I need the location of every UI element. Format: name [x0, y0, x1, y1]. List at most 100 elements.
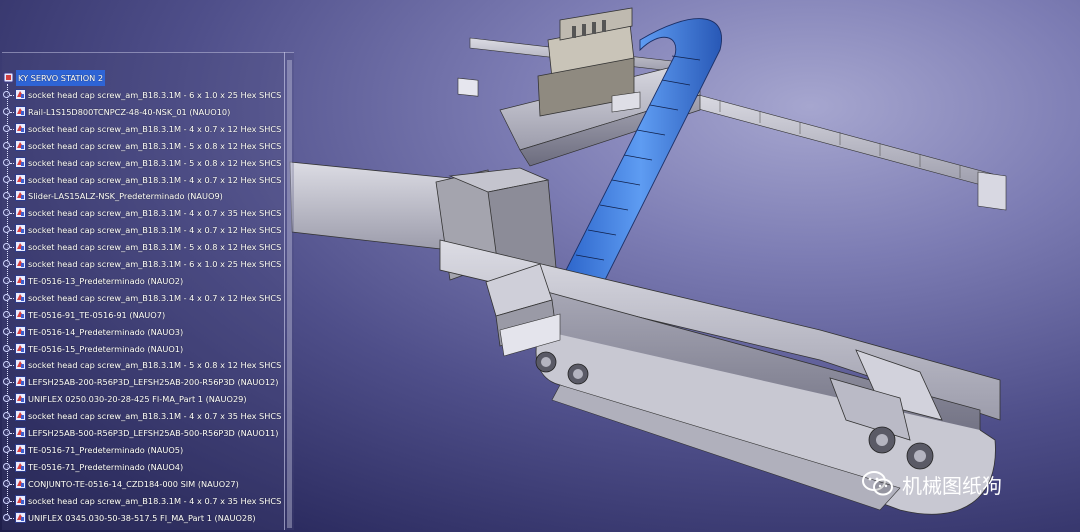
- part-icon: [15, 190, 26, 202]
- part-icon: [15, 105, 26, 117]
- expand-toggle-icon[interactable]: [3, 361, 10, 369]
- tree-node-label: socket head cap screw_am_B18.3.1M - 5 x …: [28, 140, 284, 151]
- part-icon: [15, 173, 26, 185]
- tree-node-label: socket head cap screw_am_B18.3.1M - 6 x …: [28, 259, 284, 269]
- tree-node-label: socket head cap screw_am_B18.3.1M - 5 x …: [28, 157, 284, 168]
- part-icon: [15, 359, 26, 371]
- tree-node-label: socket head cap screw_am_B18.3.1M - 4 x …: [28, 495, 284, 506]
- part-icon: [15, 308, 26, 320]
- expand-toggle-icon[interactable]: [3, 412, 10, 420]
- tree-node[interactable]: LEFSH25AB-200-R56P3D_LEFSH25AB-200-R56P3…: [0, 374, 284, 390]
- tree-node[interactable]: socket head cap screw_am_B18.3.1M - 4 x …: [0, 408, 284, 424]
- expand-toggle-icon[interactable]: [3, 513, 10, 521]
- part-icon: [15, 224, 26, 236]
- part-icon: [15, 122, 26, 134]
- expand-toggle-icon[interactable]: [3, 158, 10, 166]
- expand-toggle-icon[interactable]: [3, 344, 10, 352]
- part-icon: [15, 494, 26, 506]
- part-icon: [15, 139, 26, 151]
- tree-node-label: TE-0516-13_Predeterminado (NAUO2): [28, 275, 184, 286]
- tree-node[interactable]: UNIFLEX 0345.030-50-38-517.5 FI_MA_Part …: [0, 510, 284, 526]
- watermark-text: 机械图纸狗: [902, 473, 1002, 498]
- tree-node[interactable]: TE-0516-71_Predeterminado (NAUO4): [0, 459, 284, 475]
- part-icon: [15, 325, 26, 337]
- part-icon: [15, 460, 26, 472]
- tree-node-label: socket head cap screw_am_B18.3.1M - 4 x …: [28, 225, 284, 236]
- tree-node[interactable]: CONJUNTO-TE-0516-14_CZD184-000 SIM (NAUO…: [0, 476, 284, 492]
- tree-node[interactable]: socket head cap screw_am_B18.3.1M - 5 x …: [0, 239, 284, 255]
- expand-toggle-icon[interactable]: [3, 429, 10, 436]
- tree-node[interactable]: socket head cap screw_am_B18.3.1M - 4 x …: [0, 205, 284, 221]
- expand-toggle-icon[interactable]: [3, 395, 10, 403]
- tree-node-label: socket head cap screw_am_B18.3.1M - 6 x …: [28, 90, 284, 100]
- tree-node-label: CONJUNTO-TE-0516-14_CZD184-000 SIM (NAUO…: [28, 478, 239, 489]
- tree-node-label: Slider-LAS15ALZ-NSK_Predeterminado (NAUO…: [28, 191, 223, 202]
- expand-toggle-icon[interactable]: [3, 496, 10, 504]
- expand-toggle-icon[interactable]: [3, 141, 10, 149]
- expand-toggle-icon[interactable]: [3, 445, 10, 453]
- watermark: 机械图纸狗: [862, 466, 1002, 502]
- tree-node[interactable]: socket head cap screw_am_B18.3.1M - 4 x …: [0, 172, 284, 188]
- part-icon: [15, 156, 26, 168]
- top-carriage: [537, 7, 641, 117]
- tree-node-label: Rail-L1S15D800TCNPCZ-48-40-NSK_01 (NAUO1…: [28, 106, 231, 117]
- tree-node-label: socket head cap screw_am_B18.3.1M - 5 x …: [28, 360, 284, 371]
- tree-node-label: TE-0516-15_Predeterminado (NAUO1): [28, 343, 184, 354]
- expand-toggle-icon[interactable]: [3, 209, 10, 217]
- tree-node[interactable]: Rail-L1S15D800TCNPCZ-48-40-NSK_01 (NAUO1…: [0, 104, 284, 120]
- part-icon: [15, 393, 26, 405]
- expand-toggle-icon[interactable]: [3, 175, 10, 183]
- tree-node[interactable]: LEFSH25AB-500-R56P3D_LEFSH25AB-500-R56P3…: [0, 425, 284, 441]
- tree-node-label: socket head cap screw_am_B18.3.1M - 4 x …: [28, 411, 284, 422]
- expand-toggle-icon[interactable]: [3, 462, 10, 470]
- assembly-icon: [3, 72, 14, 83]
- tree-node-label: UNIFLEX 0345.030-50-38-517.5 FI_MA_Part …: [28, 512, 256, 523]
- tree-root-node[interactable]: KY SERVO STATION 2: [0, 70, 284, 86]
- tree-scrollbar[interactable]: [287, 60, 292, 528]
- tree-node-label: socket head cap screw_am_B18.3.1M - 4 x …: [28, 123, 284, 134]
- expand-toggle-icon[interactable]: [3, 243, 10, 251]
- expand-toggle-icon[interactable]: [3, 260, 10, 267]
- tree-node[interactable]: socket head cap screw_am_B18.3.1M - 5 x …: [0, 155, 284, 171]
- tree-node[interactable]: TE-0516-15_Predeterminado (NAUO1): [0, 341, 284, 357]
- expand-toggle-icon[interactable]: [3, 310, 10, 318]
- tree-node[interactable]: socket head cap screw_am_B18.3.1M - 4 x …: [0, 121, 284, 137]
- part-icon: [15, 342, 26, 354]
- tree-node[interactable]: socket head cap screw_am_B18.3.1M - 4 x …: [0, 222, 284, 238]
- tree-node-label: socket head cap screw_am_B18.3.1M - 4 x …: [28, 174, 284, 185]
- part-icon: [15, 207, 26, 219]
- expand-toggle-icon[interactable]: [3, 327, 10, 335]
- tree-node[interactable]: Slider-LAS15ALZ-NSK_Predeterminado (NAUO…: [0, 188, 284, 204]
- expand-toggle-icon[interactable]: [3, 107, 10, 115]
- tree-node-label: LEFSH25AB-500-R56P3D_LEFSH25AB-500-R56P3…: [28, 428, 279, 438]
- tree-node[interactable]: socket head cap screw_am_B18.3.1M - 6 x …: [0, 87, 284, 103]
- tree-node-label: TE-0516-91_TE-0516-91 (NAUO7): [28, 309, 166, 320]
- part-icon: [15, 241, 26, 253]
- tree-node[interactable]: TE-0516-91_TE-0516-91 (NAUO7): [0, 307, 284, 323]
- tree-node[interactable]: socket head cap screw_am_B18.3.1M - 6 x …: [0, 256, 284, 272]
- expand-toggle-icon[interactable]: [3, 192, 10, 200]
- part-icon: [15, 477, 26, 489]
- expand-toggle-icon[interactable]: [3, 378, 10, 386]
- tree-node[interactable]: socket head cap screw_am_B18.3.1M - 5 x …: [0, 357, 284, 373]
- expand-toggle-icon[interactable]: [3, 293, 10, 301]
- tree-node-label: LEFSH25AB-200-R56P3D_LEFSH25AB-200-R56P3…: [28, 377, 279, 388]
- expand-toggle-icon[interactable]: [3, 276, 10, 284]
- tree-node[interactable]: TE-0516-71_Predeterminado (NAUO5): [0, 442, 284, 458]
- part-icon: [15, 376, 26, 388]
- tree-node[interactable]: socket head cap screw_am_B18.3.1M - 4 x …: [0, 493, 284, 509]
- tree-node[interactable]: socket head cap screw_am_B18.3.1M - 5 x …: [0, 138, 284, 154]
- tree-node[interactable]: UNIFLEX 0250.030-20-28-425 FI-MA_Part 1 …: [0, 391, 284, 407]
- tree-border: [2, 52, 294, 53]
- wechat-icon: [862, 471, 893, 496]
- part-icon: [15, 274, 26, 286]
- expand-toggle-icon[interactable]: [3, 479, 10, 487]
- tree-node[interactable]: socket head cap screw_am_B18.3.1M - 4 x …: [0, 290, 284, 306]
- expand-toggle-icon[interactable]: [3, 226, 10, 234]
- tree-node[interactable]: TE-0516-13_Predeterminado (NAUO2): [0, 273, 284, 289]
- tree-node[interactable]: TE-0516-14_Predeterminado (NAUO3): [0, 324, 284, 340]
- expand-toggle-icon[interactable]: [3, 91, 10, 98]
- part-icon: [15, 511, 26, 523]
- expand-toggle-icon[interactable]: [3, 124, 10, 132]
- tree-node-label: TE-0516-14_Predeterminado (NAUO3): [28, 326, 184, 337]
